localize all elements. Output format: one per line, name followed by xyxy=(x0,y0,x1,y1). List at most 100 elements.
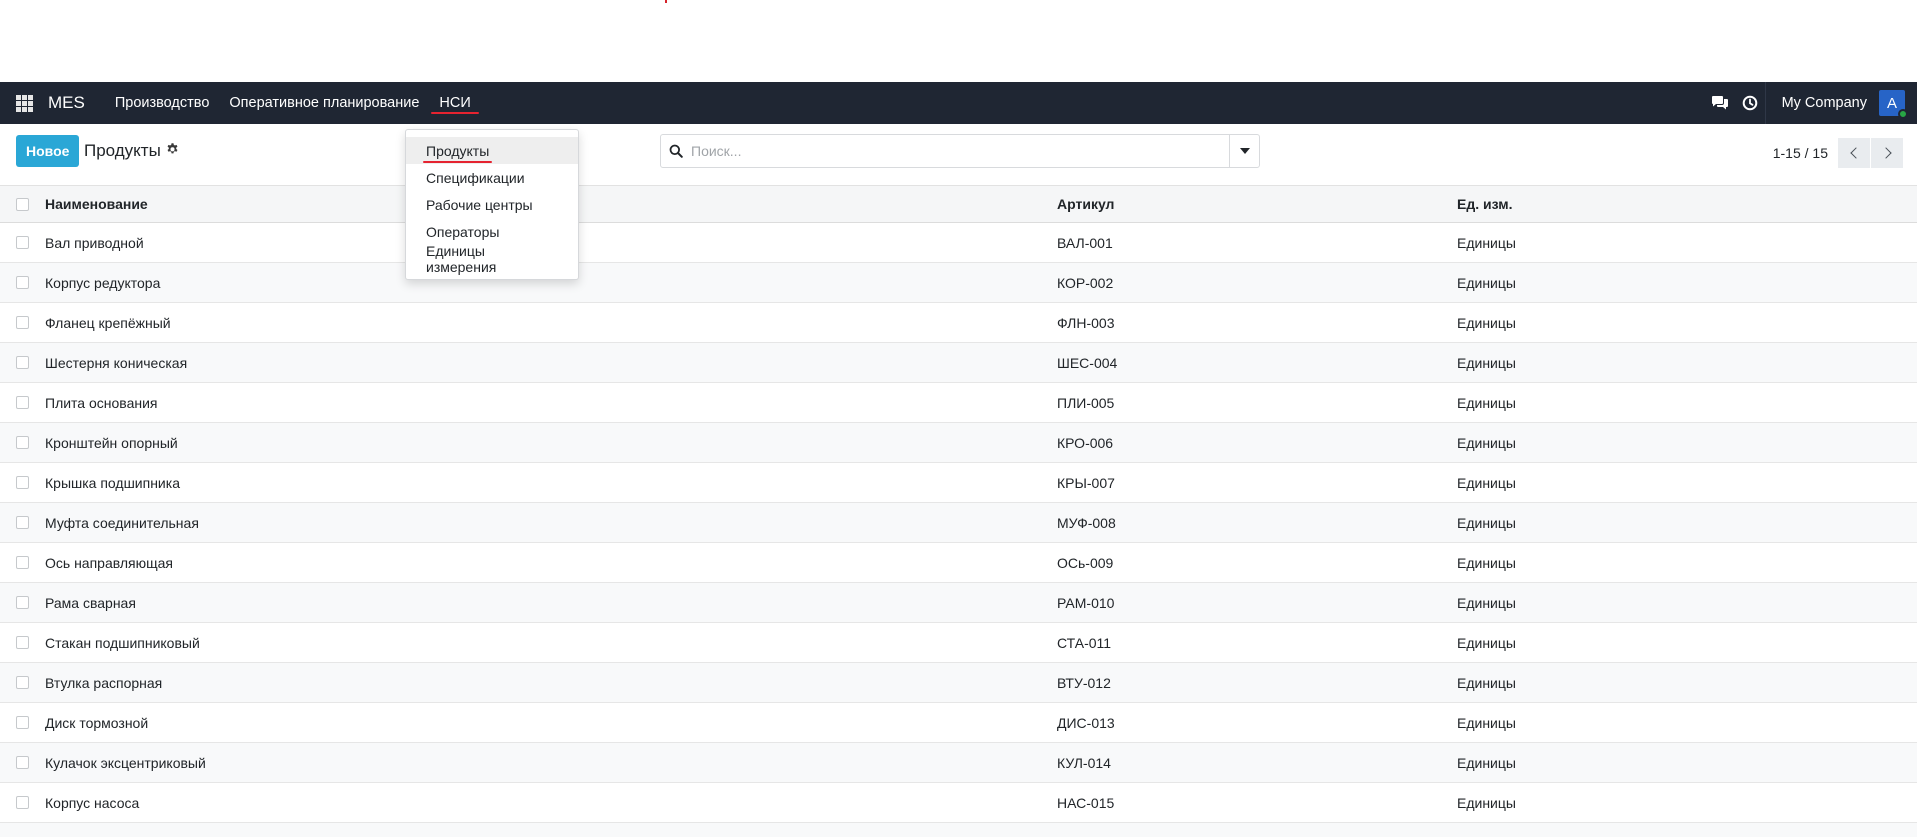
dropdown-item-work-centers[interactable]: Рабочие центры xyxy=(406,191,578,218)
row-name: Вал приводной xyxy=(45,234,144,251)
row-checkbox[interactable] xyxy=(16,276,29,289)
search-icon xyxy=(669,144,683,158)
pager-next-button[interactable] xyxy=(1871,138,1903,168)
chat-button[interactable] xyxy=(1705,82,1735,124)
column-header-name[interactable]: Наименование xyxy=(45,196,148,212)
dropdown-item-units[interactable]: Единицы измерения xyxy=(406,242,578,275)
row-checkbox[interactable] xyxy=(16,316,29,329)
table-row[interactable]: Рама сварная РАМ-010 Единицы xyxy=(0,583,1917,623)
clock-icon xyxy=(1742,95,1757,111)
menu-item-operational-planning[interactable]: Оперативное планирование xyxy=(219,82,429,124)
row-uom: Единицы xyxy=(1457,514,1516,531)
top-navbar: MES Производство Оперативное планировани… xyxy=(0,82,1917,124)
table-row[interactable]: Корпус насоса НАС-015 Единицы xyxy=(0,783,1917,823)
search-options-toggle[interactable] xyxy=(1229,135,1259,167)
new-button[interactable]: Новое xyxy=(16,135,80,167)
menu-item-nsi[interactable]: НСИ xyxy=(429,82,480,124)
apps-menu-button[interactable] xyxy=(0,82,48,124)
row-code: РАМ-010 xyxy=(1057,594,1115,611)
table-row[interactable]: Корпус редуктора КОР-002 Единицы xyxy=(0,263,1917,303)
row-checkbox[interactable] xyxy=(16,396,29,409)
table-row[interactable]: Вал приводной ВАЛ-001 Единицы xyxy=(0,223,1917,263)
row-uom: Единицы xyxy=(1457,434,1516,451)
dropdown-item-label: Единицы измерения xyxy=(426,242,497,275)
list-footer-filler xyxy=(0,823,1917,837)
row-uom: Единицы xyxy=(1457,234,1516,251)
row-code: КРО-006 xyxy=(1057,434,1114,451)
search-input[interactable] xyxy=(691,136,1229,166)
row-checkbox[interactable] xyxy=(16,436,29,449)
row-name: Муфта соединительная xyxy=(45,514,199,531)
row-uom: Единицы xyxy=(1457,474,1516,491)
table-row[interactable]: Плита основания ПЛИ-005 Единицы xyxy=(0,383,1917,423)
actions-gear-button[interactable] xyxy=(166,142,179,159)
row-code: ПЛИ-005 xyxy=(1057,394,1115,411)
row-name: Втулка распорная xyxy=(45,674,163,691)
row-name: Шестерня коническая xyxy=(45,354,188,371)
table-row[interactable]: Муфта соединительная МУФ-008 Единицы xyxy=(0,503,1917,543)
row-checkbox[interactable] xyxy=(16,796,29,809)
search-icon-wrap xyxy=(661,135,691,167)
column-header-code[interactable]: Артикул xyxy=(1057,196,1114,212)
table-row[interactable]: Втулка распорная ВТУ-012 Единицы xyxy=(0,663,1917,703)
column-header-uom[interactable]: Ед. изм. xyxy=(1457,196,1512,212)
row-code: НАС-015 xyxy=(1057,794,1115,811)
row-checkbox[interactable] xyxy=(16,236,29,249)
gear-icon xyxy=(167,143,178,154)
table-row[interactable]: Крышка подшипника КРЫ-007 Единицы xyxy=(0,463,1917,503)
row-name: Корпус насоса xyxy=(45,794,140,811)
row-checkbox[interactable] xyxy=(16,516,29,529)
table-body: Вал приводной ВАЛ-001 Единицы Корпус редукт… xyxy=(0,223,1917,823)
row-checkbox[interactable] xyxy=(16,596,29,609)
table-row[interactable]: Ось направляющая ОСь-009 Единицы xyxy=(0,543,1917,583)
row-uom: Единицы xyxy=(1457,754,1516,771)
row-uom: Единицы xyxy=(1457,674,1516,691)
row-code: ШЕС-004 xyxy=(1057,354,1118,371)
table-row[interactable]: Шестерня коническая ШЕС-004 Единицы xyxy=(0,343,1917,383)
table-row[interactable]: Кронштейн опорный КРО-006 Единицы xyxy=(0,423,1917,463)
activity-button[interactable] xyxy=(1735,82,1765,124)
main-menu: Производство Оперативное планирование НС… xyxy=(105,82,481,124)
row-checkbox[interactable] xyxy=(16,716,29,729)
row-checkbox[interactable] xyxy=(16,476,29,489)
select-all-checkbox[interactable] xyxy=(16,197,29,211)
row-checkbox[interactable] xyxy=(16,356,29,369)
pager-value[interactable]: 1-15 / 15 xyxy=(1773,145,1828,161)
row-uom: Единицы xyxy=(1457,794,1516,811)
pager-previous-button[interactable] xyxy=(1838,138,1870,168)
row-code: КУЛ-014 xyxy=(1057,754,1111,771)
table-row[interactable]: Фланец крепёжный ФЛН-003 Единицы xyxy=(0,303,1917,343)
dropdown-item-products[interactable]: Продукты xyxy=(406,137,578,164)
row-uom: Единицы xyxy=(1457,314,1516,331)
dropdown-item-label: Рабочие центры xyxy=(426,196,533,213)
red-marker xyxy=(665,0,667,3)
row-checkbox[interactable] xyxy=(16,756,29,769)
nsi-dropdown-menu: Продукты Спецификации Рабочие центры Опе… xyxy=(405,129,579,280)
table-row[interactable]: Стакан подшипниковый СТА-011 Единицы xyxy=(0,623,1917,663)
row-name: Диск тормозной xyxy=(45,714,149,731)
dropdown-item-operators[interactable]: Операторы xyxy=(406,218,578,245)
dropdown-item-specifications[interactable]: Спецификации xyxy=(406,164,578,191)
company-switcher[interactable]: My Company xyxy=(1764,82,1879,124)
row-name: Кулачок эксцентриковый xyxy=(45,754,206,771)
apps-grid-icon xyxy=(15,94,33,112)
row-uom: Единицы xyxy=(1457,714,1516,731)
row-uom: Единицы xyxy=(1457,394,1516,411)
table-row[interactable]: Кулачок эксцентриковый КУЛ-014 Единицы xyxy=(0,743,1917,783)
row-checkbox[interactable] xyxy=(16,676,29,689)
avatar-letter: A xyxy=(1886,94,1897,112)
row-code: ВАЛ-001 xyxy=(1057,234,1113,251)
row-name: Плита основания xyxy=(45,394,158,411)
row-code: КОР-002 xyxy=(1057,274,1114,291)
products-list: Наименование Артикул Ед. изм. Вал привод… xyxy=(0,186,1917,837)
brand-name[interactable]: MES xyxy=(48,93,85,113)
menu-item-production[interactable]: Производство xyxy=(105,82,220,124)
table-row[interactable]: Диск тормозной ДИС-013 Единицы xyxy=(0,703,1917,743)
user-avatar[interactable]: A xyxy=(1879,90,1908,119)
row-checkbox[interactable] xyxy=(16,556,29,569)
row-uom: Единицы xyxy=(1457,274,1516,291)
row-code: ВТУ-012 xyxy=(1057,674,1111,691)
top-blank-area xyxy=(0,0,1917,82)
caret-down-icon xyxy=(1239,148,1250,154)
row-checkbox[interactable] xyxy=(16,636,29,649)
